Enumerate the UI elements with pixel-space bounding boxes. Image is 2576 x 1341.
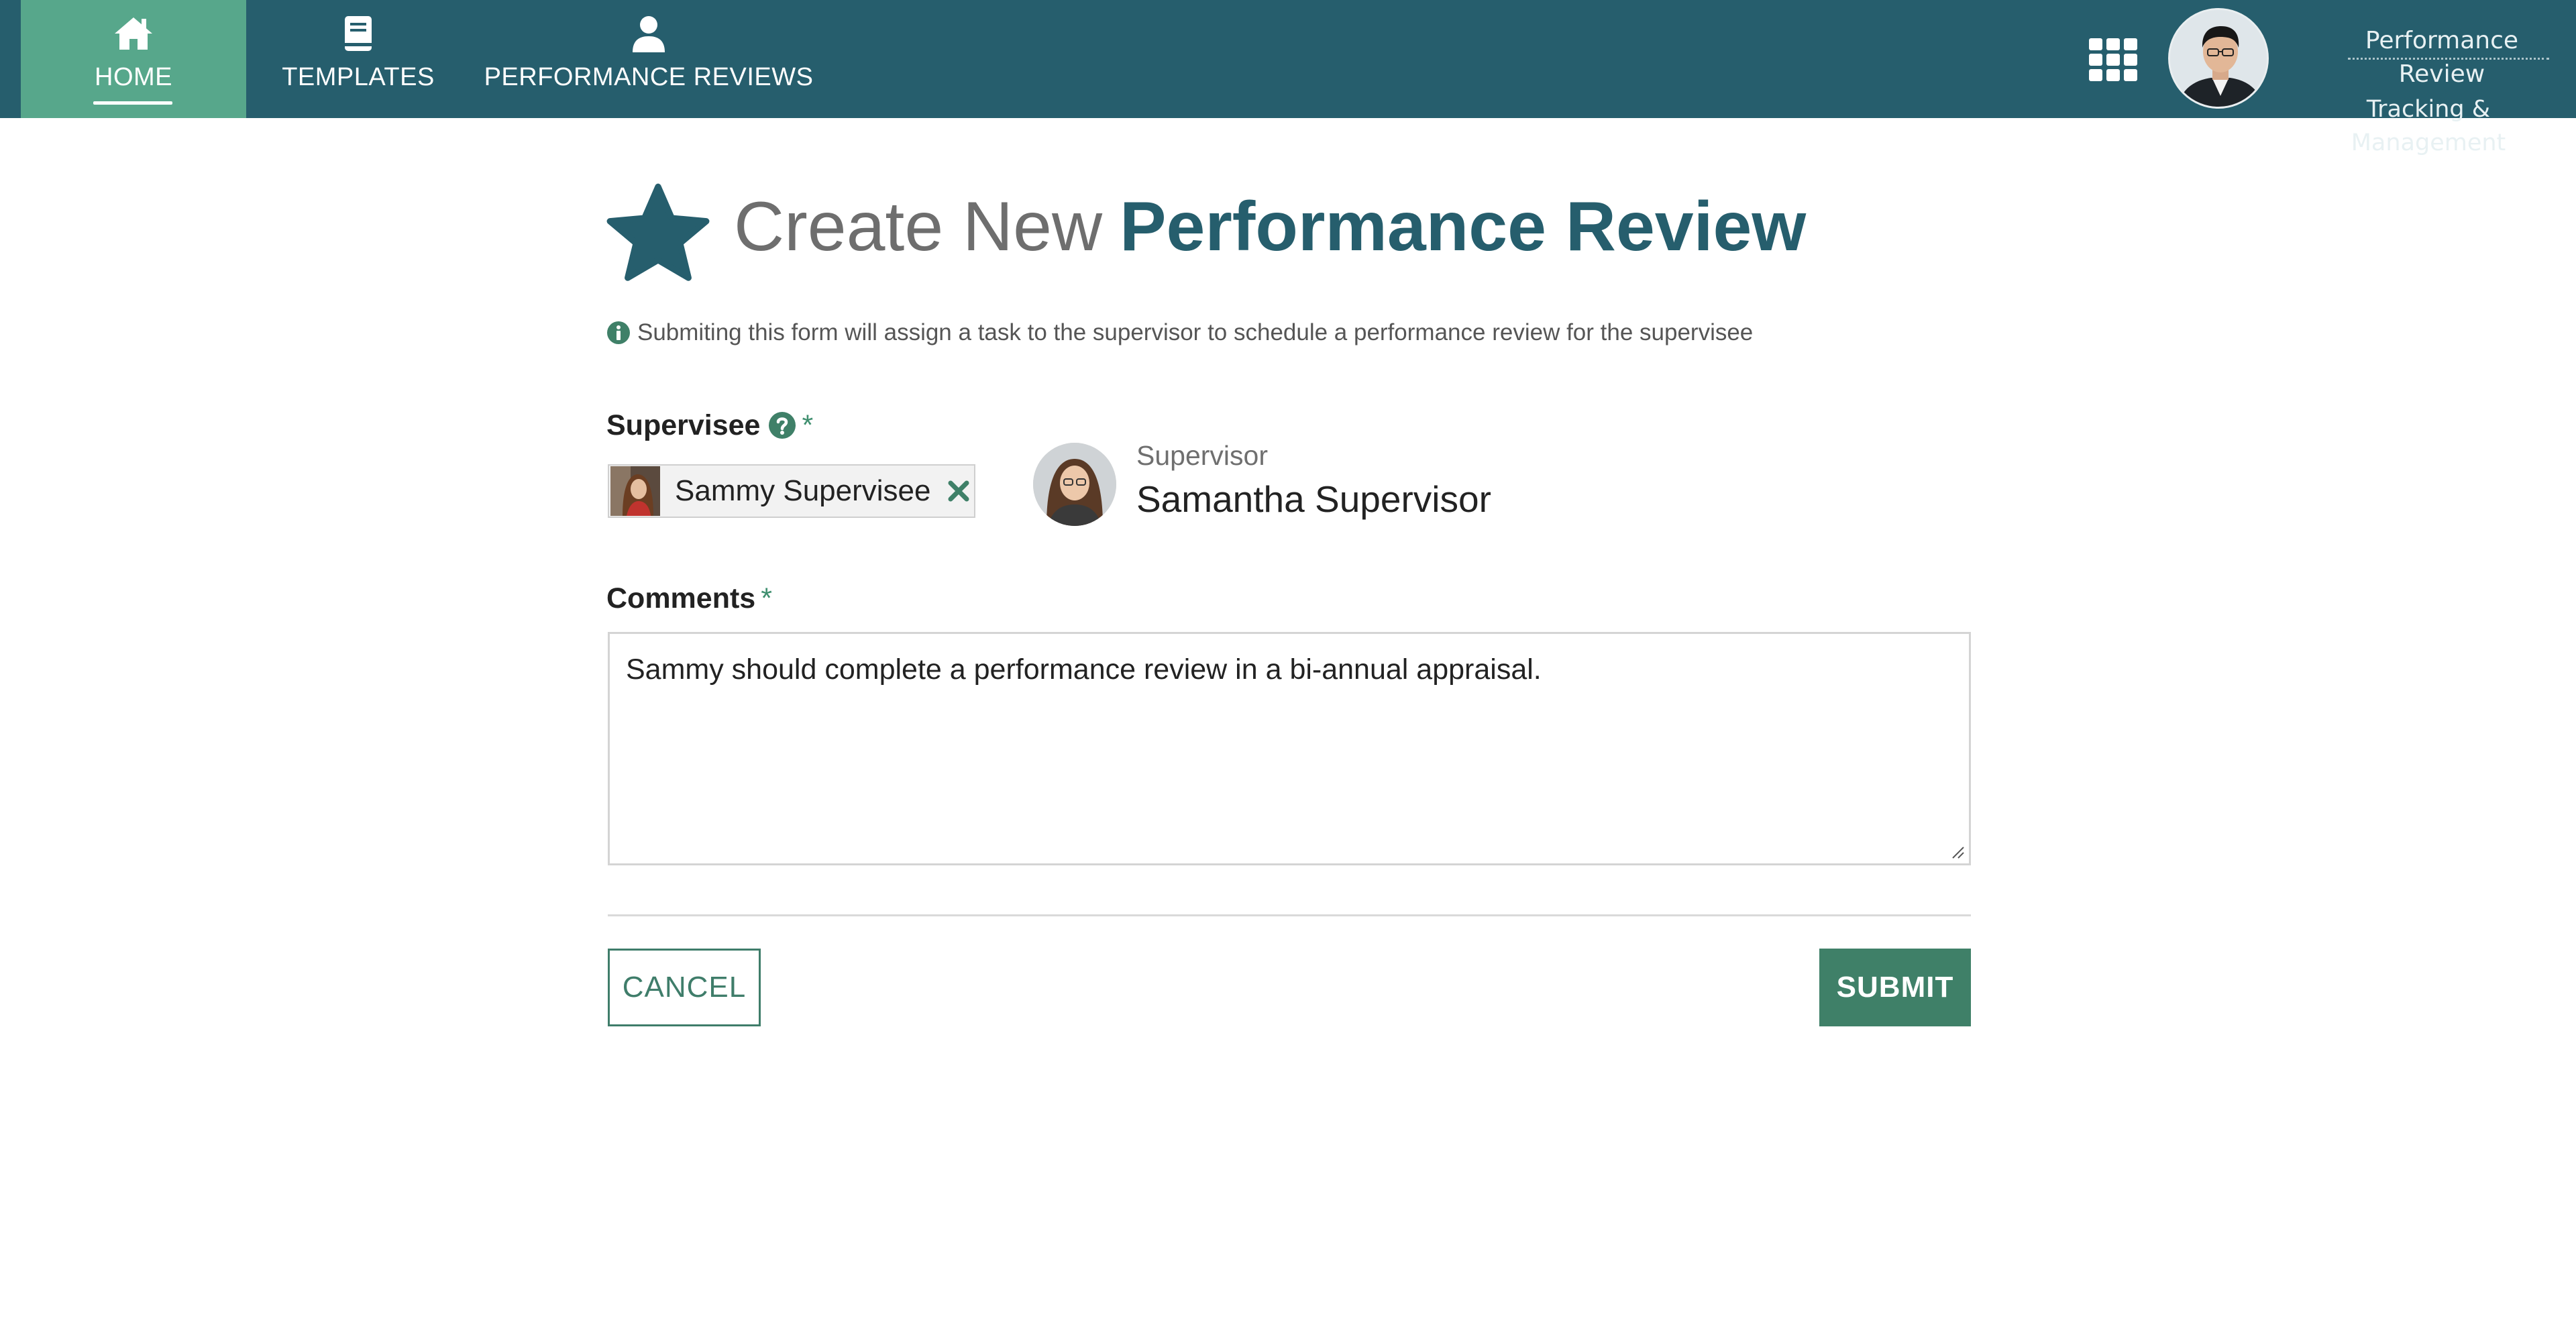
help-icon[interactable] <box>768 411 796 439</box>
cancel-button[interactable]: CANCEL <box>608 949 761 1026</box>
brand-divider <box>2348 58 2549 60</box>
info-text: Submiting this form will assign a task t… <box>637 319 1754 345</box>
nav-label-home: HOME <box>95 63 172 91</box>
brand-logo: Performance Review Tracking & Management <box>2294 24 2563 156</box>
nav-item-home[interactable]: HOME <box>21 0 246 118</box>
info-icon <box>607 321 630 344</box>
supervisee-photo <box>610 466 660 516</box>
page-title-bold: Performance Review <box>1120 188 1807 266</box>
supervisee-name: Sammy Supervisee <box>675 474 931 507</box>
comments-label: Comments * <box>606 580 772 617</box>
supervisee-selected-chip[interactable]: Sammy Supervisee <box>608 464 975 518</box>
form-divider <box>608 914 1971 916</box>
comments-textarea[interactable]: Sammy should complete a performance revi… <box>608 632 1971 865</box>
submit-button[interactable]: SUBMIT <box>1819 949 1971 1026</box>
info-message: Submiting this form will assign a task t… <box>606 318 1753 347</box>
supervisor-caption: Supervisor <box>1136 440 1268 471</box>
user-icon <box>633 16 665 52</box>
comments-value: Sammy should complete a performance revi… <box>626 653 1542 686</box>
supervisee-label-text: Supervisee <box>606 409 761 441</box>
brand-line-2: Tracking & Management <box>2351 96 2506 156</box>
resize-handle-icon[interactable] <box>1950 845 1965 859</box>
nav-item-performance-reviews[interactable]: PERFORMANCE REVIEWS <box>484 0 813 118</box>
nav-label-templates: TEMPLATES <box>282 63 435 91</box>
required-asterisk: * <box>761 582 772 614</box>
active-tab-indicator <box>93 101 172 105</box>
supervisee-label: Supervisee * <box>606 407 813 444</box>
page-title: Create New Performance Review <box>734 186 1806 267</box>
required-asterisk: * <box>802 409 814 441</box>
top-navigation-bar: HOME TEMPLATES PERFORMANCE REVIEWS Perfo… <box>0 0 2576 156</box>
user-avatar[interactable] <box>2168 8 2269 109</box>
grid-icon[interactable] <box>2088 37 2139 83</box>
user-photo <box>2170 10 2267 107</box>
nav-label-performance-reviews: PERFORMANCE REVIEWS <box>484 63 814 91</box>
home-icon <box>115 17 152 50</box>
book-icon <box>345 16 372 51</box>
supervisor-avatar <box>1033 443 1116 526</box>
comments-label-text: Comments <box>606 582 756 614</box>
page-title-light: Create New <box>734 188 1103 266</box>
supervisor-name: Samantha Supervisor <box>1136 478 1491 520</box>
supervisor-photo <box>1033 443 1116 526</box>
nav-item-templates[interactable]: TEMPLATES <box>271 0 445 118</box>
close-icon[interactable] <box>945 478 972 504</box>
star-icon <box>606 183 710 281</box>
